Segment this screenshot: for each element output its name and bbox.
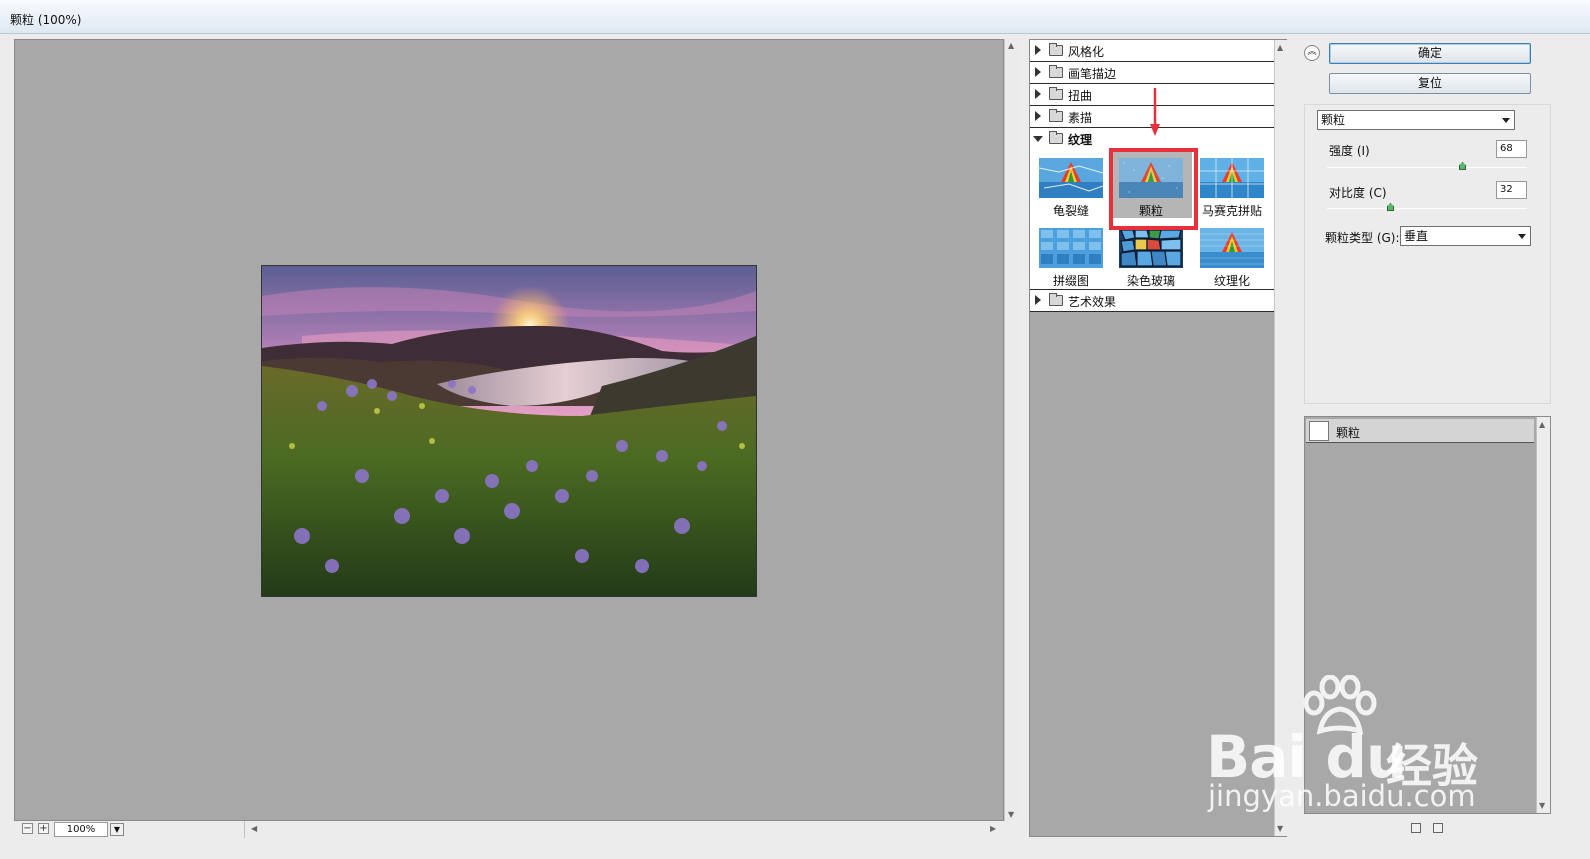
preview-image	[261, 265, 757, 597]
scroll-up-icon[interactable]: ▲	[1008, 41, 1014, 50]
category-label: 风格化	[1068, 45, 1105, 59]
zoom-in-button[interactable]: +	[38, 823, 49, 834]
filter-label-patchwork: 拼缀图	[1052, 274, 1089, 288]
grain-type-value: 垂直	[1404, 229, 1429, 243]
expand-arrow-icon[interactable]	[1035, 295, 1041, 305]
scroll-down-icon[interactable]: ▼	[1277, 824, 1283, 833]
scroll-right-icon[interactable]: ▶	[990, 824, 996, 833]
filter-label-craquelure: 龟裂缝	[1052, 204, 1089, 218]
category-artistic[interactable]: 艺术效果	[1030, 290, 1274, 312]
reset-button[interactable]: 复位	[1329, 73, 1531, 94]
scroll-down-icon[interactable]: ▼	[1539, 801, 1545, 810]
category-stylize[interactable]: 风格化	[1030, 40, 1274, 62]
folder-icon	[1049, 43, 1063, 56]
title-bar: 颗粒 (100%)	[0, 0, 1590, 34]
preview-horizontal-scrollbar[interactable]: ◀ ▶	[244, 821, 1004, 838]
grain-type-label: 颗粒类型 (G):	[1325, 231, 1400, 245]
scroll-up-icon[interactable]: ▲	[1539, 420, 1545, 429]
preview-vertical-scrollbar[interactable]: ▲ ▼	[1004, 39, 1020, 821]
intensity-slider-track[interactable]	[1327, 167, 1527, 168]
zoom-dropdown-button[interactable]: ▼	[110, 823, 124, 836]
thumbnail-stained-glass[interactable]	[1119, 228, 1183, 268]
category-label: 艺术效果	[1068, 295, 1117, 309]
selection-highlight-box	[1109, 148, 1198, 230]
folder-icon	[1049, 87, 1063, 100]
category-brush-strokes[interactable]: 画笔描边	[1030, 62, 1274, 84]
baidu-watermark: Bai du 经验 jingyan.baidu.com	[1200, 675, 1490, 815]
new-effect-layer-icon[interactable]	[1411, 823, 1421, 833]
thumbnail-mosaic-tiles[interactable]	[1200, 158, 1264, 198]
expand-arrow-icon[interactable]	[1035, 45, 1041, 55]
collapse-gallery-button[interactable]: ︽	[1304, 45, 1320, 61]
scroll-up-icon[interactable]: ▲	[1277, 43, 1283, 52]
chevron-down-icon	[1502, 118, 1510, 123]
scroll-down-icon[interactable]: ▼	[1008, 810, 1014, 819]
scroll-left-icon[interactable]: ◀	[251, 824, 257, 833]
chevron-down-icon	[1518, 234, 1526, 239]
folder-icon	[1049, 109, 1063, 122]
watermark-url: jingyan.baidu.com	[1208, 779, 1476, 813]
thumbnail-craquelure[interactable]	[1039, 158, 1103, 198]
contrast-input[interactable]: 32	[1496, 181, 1527, 199]
filter-label-stained-glass: 染色玻璃	[1126, 274, 1175, 288]
trash-icon[interactable]	[1433, 823, 1443, 833]
intensity-input[interactable]: 68	[1496, 140, 1527, 158]
grain-type-select[interactable]: 垂直	[1400, 226, 1531, 246]
folder-open-icon	[1049, 131, 1063, 144]
zoom-out-button[interactable]: −	[22, 823, 33, 834]
category-label: 素描	[1068, 111, 1093, 125]
ok-button[interactable]: 确定	[1329, 43, 1531, 64]
category-label: 纹理	[1068, 133, 1093, 147]
intensity-slider-handle[interactable]	[1459, 162, 1466, 170]
effect-layer-row[interactable]: 颗粒	[1306, 419, 1534, 443]
filter-select-value: 颗粒	[1321, 113, 1346, 127]
visibility-toggle[interactable]	[1309, 421, 1329, 441]
category-label: 画笔描边	[1068, 67, 1117, 81]
zoom-level-field[interactable]: 100%	[54, 822, 108, 837]
layers-vertical-scrollbar[interactable]: ▲ ▼	[1536, 417, 1550, 813]
filter-label-texturizer: 纹理化	[1213, 274, 1250, 288]
folder-icon	[1049, 65, 1063, 78]
expand-arrow-icon[interactable]	[1035, 111, 1041, 121]
expand-arrow-icon[interactable]	[1035, 89, 1041, 99]
filter-label-mosaic-tiles: 马赛克拼贴	[1201, 204, 1262, 218]
contrast-slider-track[interactable]	[1327, 208, 1527, 209]
effect-layer-name: 颗粒	[1336, 426, 1361, 440]
annotation-arrow-icon	[1150, 88, 1160, 136]
contrast-label: 对比度 (C)	[1329, 186, 1387, 200]
contrast-slider-handle[interactable]	[1387, 203, 1394, 211]
window-title: 颗粒 (100%)	[10, 13, 82, 27]
texture-filter-thumbnails: 龟裂缝 颗粒 马赛克拼贴 拼缀图 染色玻璃 纹理化	[1030, 148, 1274, 290]
preview-status-bar: − + 100% ▼ ◀ ▶	[14, 821, 1004, 838]
filter-select[interactable]: 颗粒	[1317, 110, 1515, 130]
intensity-label: 强度 (I)	[1329, 144, 1370, 158]
filter-settings-panel: 颗粒 强度 (I) 68 对比度 (C) 32 颗粒类型 (G): 垂直	[1304, 104, 1551, 404]
thumbnail-texturizer[interactable]	[1200, 228, 1264, 268]
collapse-arrow-icon[interactable]	[1033, 136, 1043, 142]
thumbnail-patchwork[interactable]	[1039, 228, 1103, 268]
expand-arrow-icon[interactable]	[1035, 67, 1041, 77]
folder-icon	[1049, 293, 1063, 306]
category-label: 扭曲	[1068, 89, 1093, 103]
